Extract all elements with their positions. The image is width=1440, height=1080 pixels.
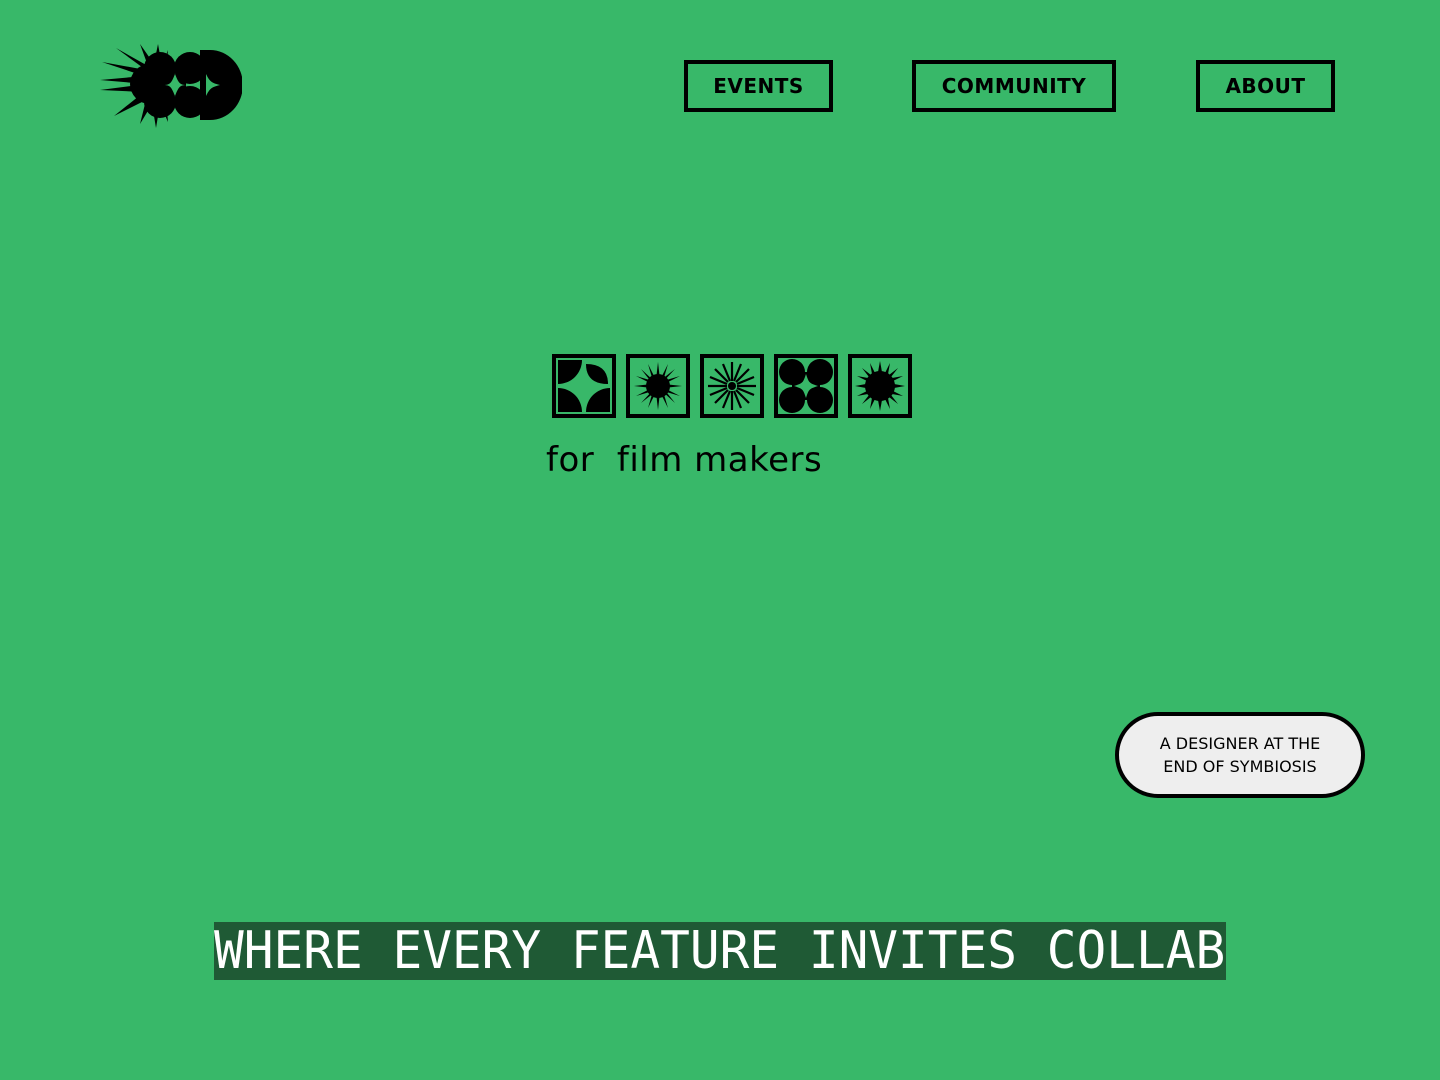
burst-icon [626, 354, 690, 418]
pill-line-1: A DESIGNER AT THE [1159, 734, 1321, 753]
designer-pill-button[interactable]: A DESIGNER AT THE END OF SYMBIOSIS [1115, 712, 1365, 798]
pill-line-2: END OF SYMBIOSIS [1163, 757, 1317, 776]
burst-circle-logo-icon [100, 44, 243, 128]
marquee-text: WHERE EVERY FEATURE INVITES COLLABORATIO… [214, 922, 1226, 980]
petal-quad-icon [552, 354, 616, 418]
nav-events-button[interactable]: EVENTS [684, 60, 833, 112]
hero-tagline: for film makers [546, 440, 823, 480]
logo[interactable] [100, 44, 243, 128]
four-circle-star-icon [774, 354, 838, 418]
hero-icon-row [552, 354, 912, 418]
marquee-banner: WHERE EVERY FEATURE INVITES COLLABORATIO… [214, 922, 1226, 980]
nav-about-button[interactable]: ABOUT [1196, 60, 1335, 112]
radial-lines-icon [700, 354, 764, 418]
nav-community-button[interactable]: COMMUNITY [912, 60, 1116, 112]
sun-burst-icon [848, 354, 912, 418]
